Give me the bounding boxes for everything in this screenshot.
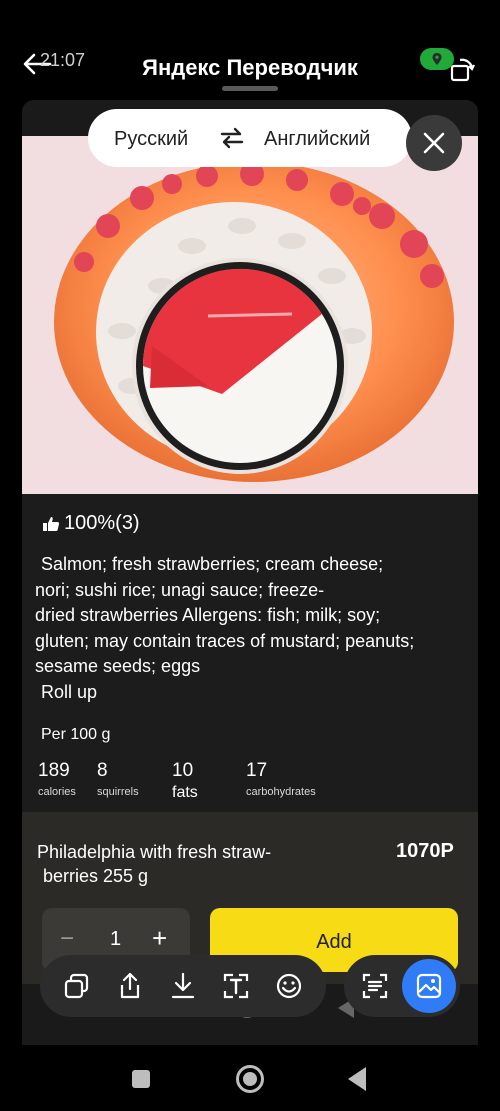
nutrition-value: 189 bbox=[38, 760, 70, 781]
share-icon[interactable] bbox=[115, 971, 145, 1001]
description-line: dried strawberries Allergens: fish; milk… bbox=[35, 605, 381, 625]
download-icon[interactable] bbox=[168, 971, 198, 1001]
location-pin-icon bbox=[432, 53, 442, 65]
recents-icon[interactable] bbox=[132, 1070, 150, 1088]
product-name: Philadelphia with fresh straw- berries 2… bbox=[37, 840, 277, 888]
sushi-roll-image bbox=[54, 162, 454, 482]
mode-toolbar bbox=[344, 955, 460, 1017]
product-name-line: Philadelphia with fresh straw- bbox=[37, 842, 272, 862]
quantity-value: 1 bbox=[110, 928, 122, 950]
text-scan-icon[interactable] bbox=[360, 971, 390, 1001]
home-icon[interactable] bbox=[236, 1065, 264, 1093]
product-price: 1070P bbox=[396, 840, 454, 862]
nutrition-carbs: 17 carbohydrates bbox=[246, 760, 316, 798]
rotate-screen-icon[interactable] bbox=[448, 56, 476, 84]
close-icon bbox=[423, 132, 445, 154]
swap-languages-icon[interactable] bbox=[220, 127, 244, 149]
system-nav-bar bbox=[0, 1045, 500, 1111]
close-button[interactable] bbox=[406, 115, 462, 171]
nutrition-label: fats bbox=[172, 784, 198, 801]
back-icon[interactable] bbox=[348, 1067, 366, 1091]
rating: 100%(3) bbox=[42, 512, 140, 535]
roll-up-link[interactable]: Roll up bbox=[35, 680, 465, 706]
product-details: 100%(3) Salmon; fresh strawberries; crea… bbox=[22, 494, 478, 810]
drag-handle[interactable] bbox=[222, 86, 278, 91]
language-selector: Русский Английский bbox=[88, 109, 412, 167]
top-bar: 21:07 Яндекс Переводчик bbox=[0, 0, 500, 100]
emoji-icon[interactable] bbox=[274, 971, 304, 1001]
nutrition-label: calories bbox=[38, 786, 76, 798]
image-mode-button[interactable] bbox=[402, 959, 456, 1013]
nutrition-label: carbohydrates bbox=[246, 786, 316, 798]
nutrition-value: 8 bbox=[97, 760, 108, 781]
nutrition-proteins: 8 squirrels bbox=[97, 760, 139, 798]
text-format-icon[interactable] bbox=[221, 971, 251, 1001]
translated-page: 100%(3) Salmon; fresh strawberries; crea… bbox=[22, 100, 478, 1060]
thumbs-up-icon bbox=[43, 516, 60, 531]
product-name-line: berries 255 g bbox=[43, 866, 149, 886]
description-line: sesame seeds; eggs bbox=[35, 656, 201, 676]
description-line: Salmon; fresh strawberries; cream cheese… bbox=[41, 554, 384, 574]
decrease-button[interactable]: − bbox=[60, 925, 74, 953]
image-icon bbox=[416, 973, 442, 999]
nutrition-per-label: Per 100 g bbox=[41, 726, 111, 743]
ingredients-description: Salmon; fresh strawberries; cream cheese… bbox=[35, 552, 465, 705]
description-line: gluten; may contain traces of mustard; p… bbox=[35, 630, 415, 651]
nutrition-value: 10 bbox=[172, 760, 194, 781]
increase-button[interactable]: + bbox=[152, 923, 167, 954]
source-language-button[interactable]: Русский bbox=[114, 128, 188, 151]
target-language-button[interactable]: Английский bbox=[264, 128, 370, 151]
nutrition-label: squirrels bbox=[97, 786, 139, 798]
nutrition-calories: 189 calories bbox=[38, 760, 76, 798]
nutrition-fats: 10 fats bbox=[172, 760, 198, 802]
rating-text: 100%(3) bbox=[64, 512, 140, 534]
copy-icon[interactable] bbox=[62, 971, 92, 1001]
action-toolbar bbox=[40, 955, 326, 1017]
description-line: nori; sushi rice; unagi sauce; freeze- bbox=[35, 579, 325, 600]
nutrition-value: 17 bbox=[246, 760, 268, 781]
product-photo bbox=[22, 136, 478, 494]
